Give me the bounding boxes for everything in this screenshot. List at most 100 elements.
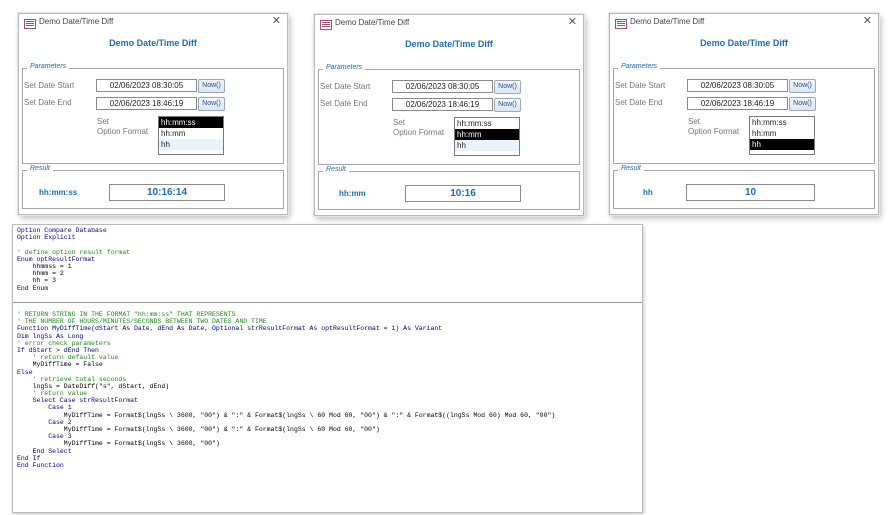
code-line: Dim lngSs As Long: [17, 332, 84, 340]
code-line: hh = 3: [17, 277, 57, 285]
result-legend: Result: [618, 165, 644, 172]
option-label-line2: Option Format: [393, 128, 445, 137]
code-line: ' return default value: [17, 354, 119, 362]
code-line: ' retrieve total seconds: [17, 375, 127, 383]
option-format-listbox[interactable]: hh:mm:ss hh:mm hh: [158, 116, 224, 155]
end-label: Set Date End: [24, 98, 72, 107]
access-form-icon: [24, 19, 36, 29]
dialog-hh: Demo Date/Time Diff ✕ Demo Date/Time Dif…: [609, 13, 879, 215]
end-now-button[interactable]: Now(): [789, 97, 816, 111]
code-line: If dStart > dEnd Then: [17, 346, 99, 354]
option-hhmmss[interactable]: hh:mm:ss: [455, 118, 519, 129]
result-value: 10:16:14: [109, 184, 225, 201]
code-line: lngSs = DateDiff("s", dStart, dEnd): [17, 382, 170, 390]
parameters-legend: Parameters: [323, 64, 366, 71]
start-now-button[interactable]: Now(): [789, 79, 816, 93]
code-line: Case 2: [17, 418, 72, 426]
option-hh[interactable]: hh: [750, 139, 814, 150]
result-value: 10:16: [405, 185, 521, 202]
start-label: Set Date Start: [615, 81, 666, 90]
result-format-label: hh:mm:ss: [39, 188, 78, 197]
result-legend: Result: [27, 165, 53, 172]
start-now-button[interactable]: Now(): [494, 80, 521, 94]
end-date-field[interactable]: 02/06/2023 18:46:19: [96, 97, 197, 110]
end-label: Set Date End: [320, 99, 368, 108]
code-function-section: ' RETURN STRING IN THE FORMAT "hh:mm:ss"…: [17, 311, 640, 469]
vba-code-window[interactable]: Option Compare Database Option Explicit …: [12, 224, 643, 513]
procedure-separator: [13, 302, 642, 303]
form-title: Demo Date/Time Diff: [700, 38, 788, 48]
close-icon[interactable]: ✕: [568, 16, 577, 28]
result-value: 10: [686, 184, 815, 201]
code-line: MyDiffTime = False: [17, 361, 103, 369]
code-line: End Function: [17, 461, 64, 469]
code-line: Option Compare Database: [17, 227, 107, 234]
access-form-icon: [615, 19, 627, 29]
end-date-field[interactable]: 02/06/2023 18:46:19: [392, 98, 493, 111]
form-title: Demo Date/Time Diff: [405, 39, 493, 49]
code-line: ' RETURN STRING IN THE FORMAT "hh:mm:ss"…: [17, 311, 236, 318]
option-label-line2: Option Format: [97, 127, 149, 136]
end-label: Set Date End: [615, 98, 663, 107]
option-hhmm[interactable]: hh:mm: [159, 128, 223, 139]
option-hh[interactable]: hh: [159, 139, 223, 150]
code-line: ' THE NUMBER OF HOURS/MINUTES/SECONDS BE…: [17, 318, 267, 326]
form-title: Demo Date/Time Diff: [109, 38, 197, 48]
option-hhmmss[interactable]: hh:mm:ss: [159, 117, 223, 128]
access-form-icon: [320, 20, 332, 30]
option-format-listbox[interactable]: hh:mm:ss hh:mm hh: [749, 116, 815, 155]
option-hhmmss[interactable]: hh:mm:ss: [750, 117, 814, 128]
title-bar[interactable]: Demo Date/Time Diff ✕: [610, 14, 878, 32]
code-line: ' return value: [17, 390, 88, 398]
parameters-legend: Parameters: [27, 63, 70, 70]
code-line: Select Case strResultFormat: [17, 397, 138, 405]
option-hhmm[interactable]: hh:mm: [455, 129, 519, 140]
end-now-button[interactable]: Now(): [198, 97, 225, 111]
start-label: Set Date Start: [24, 81, 75, 90]
code-line: End Select: [17, 447, 72, 455]
start-date-field[interactable]: 02/06/2023 08:30:05: [392, 80, 493, 93]
code-line: MyDiffTime = Format$(lngSs \ 3600, "00"): [17, 440, 220, 448]
code-line: Function MyDiffTime(dStart As Date, dEnd…: [17, 325, 443, 333]
start-date-field[interactable]: 02/06/2023 08:30:05: [687, 79, 788, 92]
option-hh[interactable]: hh: [455, 140, 519, 151]
result-format-label: hh:mm: [339, 189, 366, 198]
title-bar[interactable]: Demo Date/Time Diff ✕: [315, 15, 583, 33]
code-line: ' define option result format: [17, 248, 131, 256]
option-format-listbox[interactable]: hh:mm:ss hh:mm hh: [454, 117, 520, 156]
close-icon[interactable]: ✕: [272, 15, 281, 27]
code-line: Else: [17, 368, 33, 376]
window-title: Demo Date/Time Diff: [630, 17, 705, 26]
start-date-field[interactable]: 02/06/2023 08:30:05: [96, 79, 197, 92]
result-format-label: hh: [643, 188, 653, 197]
code-line: End Enum: [17, 284, 49, 292]
option-label-line1: Set: [97, 117, 110, 126]
code-line: Case 1: [17, 404, 72, 412]
code-line: MyDiffTime = Format$(lngSs \ 3600, "00")…: [17, 411, 556, 419]
option-label-line1: Set: [688, 117, 701, 126]
start-label: Set Date Start: [320, 82, 371, 91]
code-line: Option Explicit: [17, 234, 76, 242]
code-line: Enum optResultFormat: [17, 255, 96, 263]
code-line: MyDiffTime = Format$(lngSs \ 3600, "00")…: [17, 426, 380, 433]
code-line: End If: [17, 454, 41, 462]
window-title: Demo Date/Time Diff: [39, 17, 114, 26]
option-label-line2: Option Format: [688, 127, 740, 136]
code-line: Case 3: [17, 433, 72, 441]
title-bar[interactable]: Demo Date/Time Diff ✕: [19, 14, 287, 32]
code-declarations-section: Option Compare Database Option Explicit …: [17, 227, 640, 292]
option-hhmm[interactable]: hh:mm: [750, 128, 814, 139]
end-now-button[interactable]: Now(): [494, 98, 521, 112]
window-title: Demo Date/Time Diff: [335, 18, 410, 27]
code-line: hhmmss = 1: [17, 262, 72, 270]
end-date-field[interactable]: 02/06/2023 18:46:19: [687, 97, 788, 110]
result-legend: Result: [323, 166, 349, 173]
parameters-legend: Parameters: [618, 63, 661, 70]
close-icon[interactable]: ✕: [863, 15, 872, 27]
dialog-hhmm: Demo Date/Time Diff ✕ Demo Date/Time Dif…: [314, 14, 584, 216]
start-now-button[interactable]: Now(): [198, 79, 225, 93]
code-line: hhmm = 2: [17, 270, 64, 278]
option-label-line1: Set: [393, 118, 406, 127]
code-line: ' error check parameters: [17, 339, 111, 347]
